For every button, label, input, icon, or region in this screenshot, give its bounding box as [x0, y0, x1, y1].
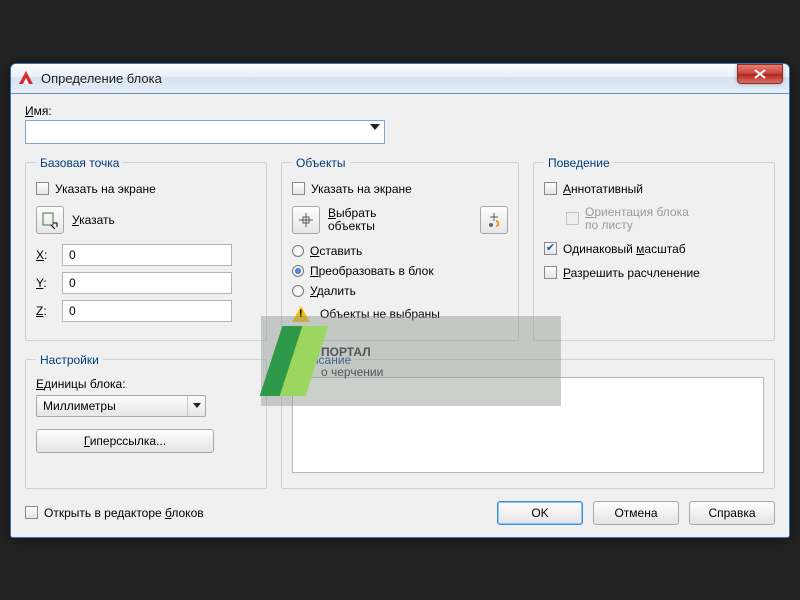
label-text: Оставить	[310, 244, 362, 258]
no-objects-text: Объекты не выбраны	[320, 307, 440, 321]
delete-radio[interactable]: Удалить	[292, 284, 508, 298]
uniform-scale-checkbox[interactable]: Одинаковый масштаб	[544, 242, 764, 256]
description-group: Описание	[281, 353, 775, 489]
quick-select-icon	[485, 211, 503, 229]
objects-specify-onscreen[interactable]: Указать на экране	[292, 182, 508, 196]
radio-icon	[292, 285, 304, 297]
open-in-editor-checkbox[interactable]: Открыть в редакторе блоков	[25, 506, 204, 520]
radio-icon	[292, 265, 304, 277]
select-objects-button[interactable]	[292, 206, 320, 234]
checkbox-icon	[544, 242, 557, 255]
pick-point-icon	[41, 211, 59, 229]
label-text: Указать на экране	[55, 182, 156, 196]
warning-icon	[292, 306, 310, 322]
name-combobox[interactable]	[25, 120, 385, 144]
objects-legend: Объекты	[292, 156, 350, 170]
checkbox-icon	[292, 182, 305, 195]
convert-radio[interactable]: Преобразовать в блок	[292, 264, 508, 278]
settings-group: Настройки Единицы блока: Миллиметры Гипе…	[25, 353, 267, 489]
match-orientation-checkbox: Ориентация блокапо листу	[566, 206, 764, 232]
z-input[interactable]	[62, 300, 232, 322]
checkbox-icon	[36, 182, 49, 195]
chevron-down-icon	[187, 396, 205, 416]
x-input[interactable]	[62, 244, 232, 266]
pick-point-label: Указать	[72, 213, 115, 227]
z-label: Z:	[36, 304, 54, 318]
label-text: Указать на экране	[311, 182, 412, 196]
y-input[interactable]	[62, 272, 232, 294]
basepoint-legend: Базовая точка	[36, 156, 123, 170]
label-text: Открыть в редакторе блоков	[44, 506, 204, 520]
label-text: Ориентация блокапо листу	[585, 206, 689, 232]
label-text: Одинаковый масштаб	[563, 242, 686, 256]
name-label: Имя:	[25, 104, 775, 118]
pick-point-button[interactable]	[36, 206, 64, 234]
radio-icon	[292, 245, 304, 257]
description-textarea[interactable]	[292, 377, 764, 473]
checkbox-icon	[544, 266, 557, 279]
select-objects-icon	[297, 211, 315, 229]
label-text: OK	[531, 506, 548, 520]
close-button[interactable]	[737, 64, 783, 84]
description-legend: Описание	[292, 353, 355, 367]
retain-radio[interactable]: Оставить	[292, 244, 508, 258]
block-units-label: Единицы блока:	[36, 377, 256, 391]
block-units-select[interactable]: Миллиметры	[36, 395, 206, 417]
block-units-value: Миллиметры	[43, 399, 116, 413]
chevron-down-icon	[370, 124, 380, 130]
x-label: X:	[36, 248, 54, 262]
checkbox-icon	[25, 506, 38, 519]
label-text: Разрешить расчленение	[563, 266, 700, 280]
window-title: Определение блока	[41, 71, 737, 86]
app-icon	[17, 69, 35, 87]
behavior-legend: Поведение	[544, 156, 614, 170]
checkbox-icon	[544, 182, 557, 195]
label-text: Справка	[708, 506, 755, 520]
close-icon	[754, 69, 766, 79]
objects-group: Объекты Указать на экране Выбратьобъекты	[281, 156, 519, 341]
basepoint-group: Базовая точка Указать на экране Указать …	[25, 156, 267, 341]
checkbox-icon	[566, 212, 579, 225]
label-text: Удалить	[310, 284, 356, 298]
annotative-checkbox[interactable]: Аннотативный	[544, 182, 764, 196]
titlebar[interactable]: Определение блока	[11, 64, 789, 94]
select-objects-label: Выбратьобъекты	[328, 207, 376, 233]
ok-button[interactable]: OK	[497, 501, 583, 525]
block-definition-dialog: Определение блока Имя: Базовая точка Ука…	[10, 63, 790, 538]
basepoint-specify-onscreen[interactable]: Указать на экране	[36, 182, 256, 196]
label-text: Аннотативный	[563, 182, 643, 196]
settings-legend: Настройки	[36, 353, 103, 367]
label-text: Гиперссылка...	[84, 434, 166, 448]
quick-select-button[interactable]	[480, 206, 508, 234]
hyperlink-button[interactable]: Гиперссылка...	[36, 429, 214, 453]
cancel-button[interactable]: Отмена	[593, 501, 679, 525]
allow-explode-checkbox[interactable]: Разрешить расчленение	[544, 266, 764, 280]
label-text: Преобразовать в блок	[310, 264, 434, 278]
y-label: Y:	[36, 276, 54, 290]
help-button[interactable]: Справка	[689, 501, 775, 525]
behavior-group: Поведение Аннотативный Ориентация блокап…	[533, 156, 775, 341]
label-text: Отмена	[614, 506, 657, 520]
